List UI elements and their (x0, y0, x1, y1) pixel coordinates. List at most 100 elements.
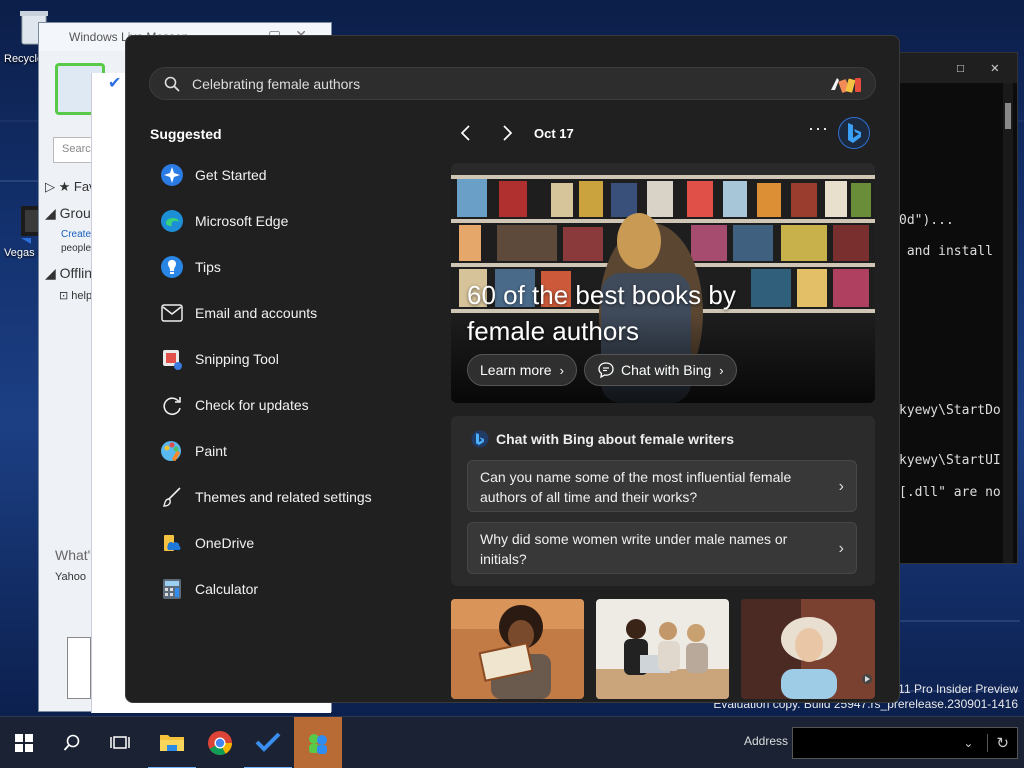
terminal-line: 0d")... (899, 213, 954, 228)
search-query: Celebrating female authors (192, 75, 361, 92)
onedrive-icon (160, 531, 184, 555)
start-button[interactable] (0, 717, 48, 768)
thumbnail-portrait[interactable] (741, 599, 875, 699)
help-contact[interactable]: ⊡ help (59, 289, 92, 302)
suggested-heading: Suggested (150, 126, 222, 142)
suggested-app-calculator[interactable]: Calculator (160, 575, 258, 603)
snipping-tool-icon (160, 347, 184, 371)
suggested-app-label: Themes and related settings (195, 489, 372, 505)
active-app-button[interactable] (294, 717, 342, 768)
suggested-app-themes[interactable]: Themes and related settings (160, 483, 372, 511)
thumbnail-women-group[interactable] (596, 599, 729, 699)
more-options-button[interactable]: ··· (808, 118, 829, 139)
bing-icon (848, 123, 861, 143)
terminal-line: and install (899, 244, 993, 259)
books-doodle-icon[interactable] (827, 74, 865, 94)
file-explorer-button[interactable] (148, 717, 196, 768)
suggested-app-label: Tips (195, 259, 221, 275)
search-icon (164, 76, 180, 91)
checkmark-icon: ✔ (108, 75, 122, 92)
suggested-app-onedrive[interactable]: OneDrive (160, 529, 254, 557)
chrome-button[interactable] (196, 717, 244, 768)
vegas-shortcut-label: Vegas Pro 13.0 (64-bit) (4, 247, 38, 259)
suggested-app-check-updates[interactable]: Check for updates (160, 391, 309, 419)
paint-icon (160, 439, 184, 463)
suggested-app-get-started[interactable]: Get Started (160, 161, 267, 189)
next-button[interactable] (500, 124, 514, 142)
get-started-icon (160, 163, 184, 187)
prev-button[interactable] (459, 124, 473, 142)
search-icon (63, 734, 80, 751)
chat-card: Chat with Bing about female writers Can … (451, 416, 875, 586)
ad-banner[interactable] (67, 637, 91, 699)
terminal-scrollbar[interactable] (1003, 83, 1013, 563)
chevron-right-icon: › (559, 362, 564, 378)
refresh-icon[interactable]: ↻ (987, 734, 1009, 752)
mail-icon (160, 301, 184, 325)
search-box[interactable]: Celebrating female authors (149, 67, 876, 100)
people-label: people (61, 243, 92, 254)
chevron-right-icon: › (719, 362, 724, 378)
folder-icon (160, 735, 184, 751)
messenger-search-input[interactable]: Search (53, 137, 93, 163)
chevron-right-icon (503, 125, 513, 141)
edge-icon (160, 209, 184, 233)
suggested-app-paint[interactable]: Paint (160, 437, 227, 465)
learn-more-label: Learn more (480, 362, 552, 378)
recycle-bin-label: Recycle Bin (4, 53, 40, 65)
suggested-app-snipping-tool[interactable]: Snipping Tool (160, 345, 279, 373)
terminal-titlebar[interactable]: ☐ ✕ (899, 53, 1017, 83)
search-panel: Celebrating female authors Suggested Get… (125, 35, 900, 703)
build-watermark-line1: s 11 Pro Insider Preview (888, 682, 1018, 696)
terminal-line: [.dll" are no (899, 485, 1001, 500)
maximize-icon[interactable]: ☐ (956, 60, 964, 76)
calculator-icon (160, 577, 184, 601)
suggested-app-label: Microsoft Edge (195, 213, 289, 229)
create-group-link[interactable]: Create (61, 229, 91, 240)
suggested-app-label: Get Started (195, 167, 267, 183)
terminal-line: kyewy\StartUI (899, 453, 1001, 468)
chat-with-bing-button[interactable]: Chat with Bing › (584, 354, 737, 386)
terminal-window[interactable]: ☐ ✕ 0d")... and install kyewy\StartDo ky… (898, 52, 1018, 564)
chat-heading-label: Chat with Bing about female writers (496, 431, 735, 447)
suggested-app-email-accounts[interactable]: Email and accounts (160, 299, 317, 327)
chat-suggestion-text: Can you name some of the most influentia… (480, 469, 792, 505)
hero-title[interactable]: 60 of the best books by female authors (467, 277, 797, 349)
tips-icon (160, 255, 184, 279)
chat-suggestion[interactable]: Can you name some of the most influentia… (467, 460, 857, 512)
messenger-icon (309, 734, 327, 754)
chat-bubble-icon (598, 362, 614, 379)
taskbar-search-button[interactable] (48, 717, 96, 768)
chat-heading: Chat with Bing about female writers (471, 430, 734, 448)
suggested-app-label: Paint (195, 443, 227, 459)
thumbnail-woman-reading[interactable] (451, 599, 584, 699)
chevron-left-icon (460, 125, 470, 141)
windows-logo-icon (15, 734, 33, 752)
bing-icon (471, 430, 489, 448)
address-input[interactable]: ⌄ ↻ (792, 727, 1018, 759)
suggested-app-label: Snipping Tool (195, 351, 279, 367)
suggested-app-label: Email and accounts (195, 305, 318, 321)
close-icon[interactable]: ✕ (991, 60, 999, 76)
learn-more-button[interactable]: Learn more › (467, 354, 577, 386)
suggested-app-label: Calculator (195, 581, 259, 597)
suggested-app-edge[interactable]: Microsoft Edge (160, 207, 288, 235)
address-toolbar-label: Address (744, 734, 789, 748)
terminal-line: kyewy\StartDo (899, 403, 1001, 418)
task-view-button[interactable] (96, 717, 144, 768)
bing-button[interactable] (838, 117, 870, 149)
suggested-app-label: Check for updates (195, 397, 309, 413)
chevron-right-icon: › (838, 478, 844, 495)
checkmark-icon (255, 732, 281, 752)
chevron-down-icon[interactable]: ⌄ (963, 736, 973, 750)
chrome-icon (208, 731, 232, 755)
chat-suggestion[interactable]: Why did some women write under male name… (467, 522, 857, 574)
yahoo-label: Yahoo (55, 571, 86, 583)
refresh-icon (160, 393, 184, 417)
highlight-date: Oct 17 (534, 126, 574, 141)
todo-button[interactable] (244, 717, 292, 768)
chat-with-bing-label: Chat with Bing (621, 362, 712, 378)
hero-card[interactable]: 60 of the best books by female authors L… (451, 163, 875, 403)
suggested-app-tips[interactable]: Tips (160, 253, 221, 281)
chevron-right-icon: › (838, 540, 844, 557)
